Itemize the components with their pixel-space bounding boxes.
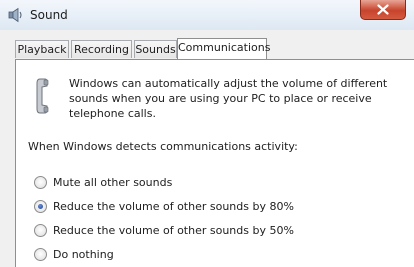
radio-button[interactable] [34,223,47,237]
title-bar[interactable]: Sound [0,0,414,31]
tab-communications[interactable]: Communications [177,38,270,59]
option-label: Reduce the volume of other sounds by 50% [53,223,294,237]
dialog-body: Playback Recording Sounds Communications… [0,30,414,267]
option-label: Reduce the volume of other sounds by 80% [53,199,294,213]
sound-dialog: Sound Playback Recording Sounds Communic… [0,0,414,267]
option-do-nothing[interactable]: Do nothing [34,246,114,262]
option-label: Do nothing [53,247,114,261]
detect-activity-label: When Windows detects communications acti… [28,140,298,153]
telephone-icon [36,78,50,117]
close-icon [377,4,389,15]
speaker-icon [8,7,24,23]
tab-playback[interactable]: Playback [15,40,69,58]
radio-button[interactable] [34,247,47,261]
option-reduce-80[interactable]: Reduce the volume of other sounds by 80% [34,198,294,214]
communications-panel: Windows can automatically adjust the vol… [15,59,414,267]
close-button[interactable] [360,0,406,20]
option-reduce-50[interactable]: Reduce the volume of other sounds by 50% [34,222,294,238]
option-label: Mute all other sounds [53,175,173,189]
tab-sounds[interactable]: Sounds [134,40,177,58]
option-mute-all[interactable]: Mute all other sounds [34,174,172,190]
radio-button[interactable] [34,175,47,189]
window-title: Sound [30,8,68,22]
tab-recording[interactable]: Recording [71,40,132,58]
radio-button-selected[interactable] [34,199,47,213]
communications-description: Windows can automatically adjust the vol… [69,77,388,120]
